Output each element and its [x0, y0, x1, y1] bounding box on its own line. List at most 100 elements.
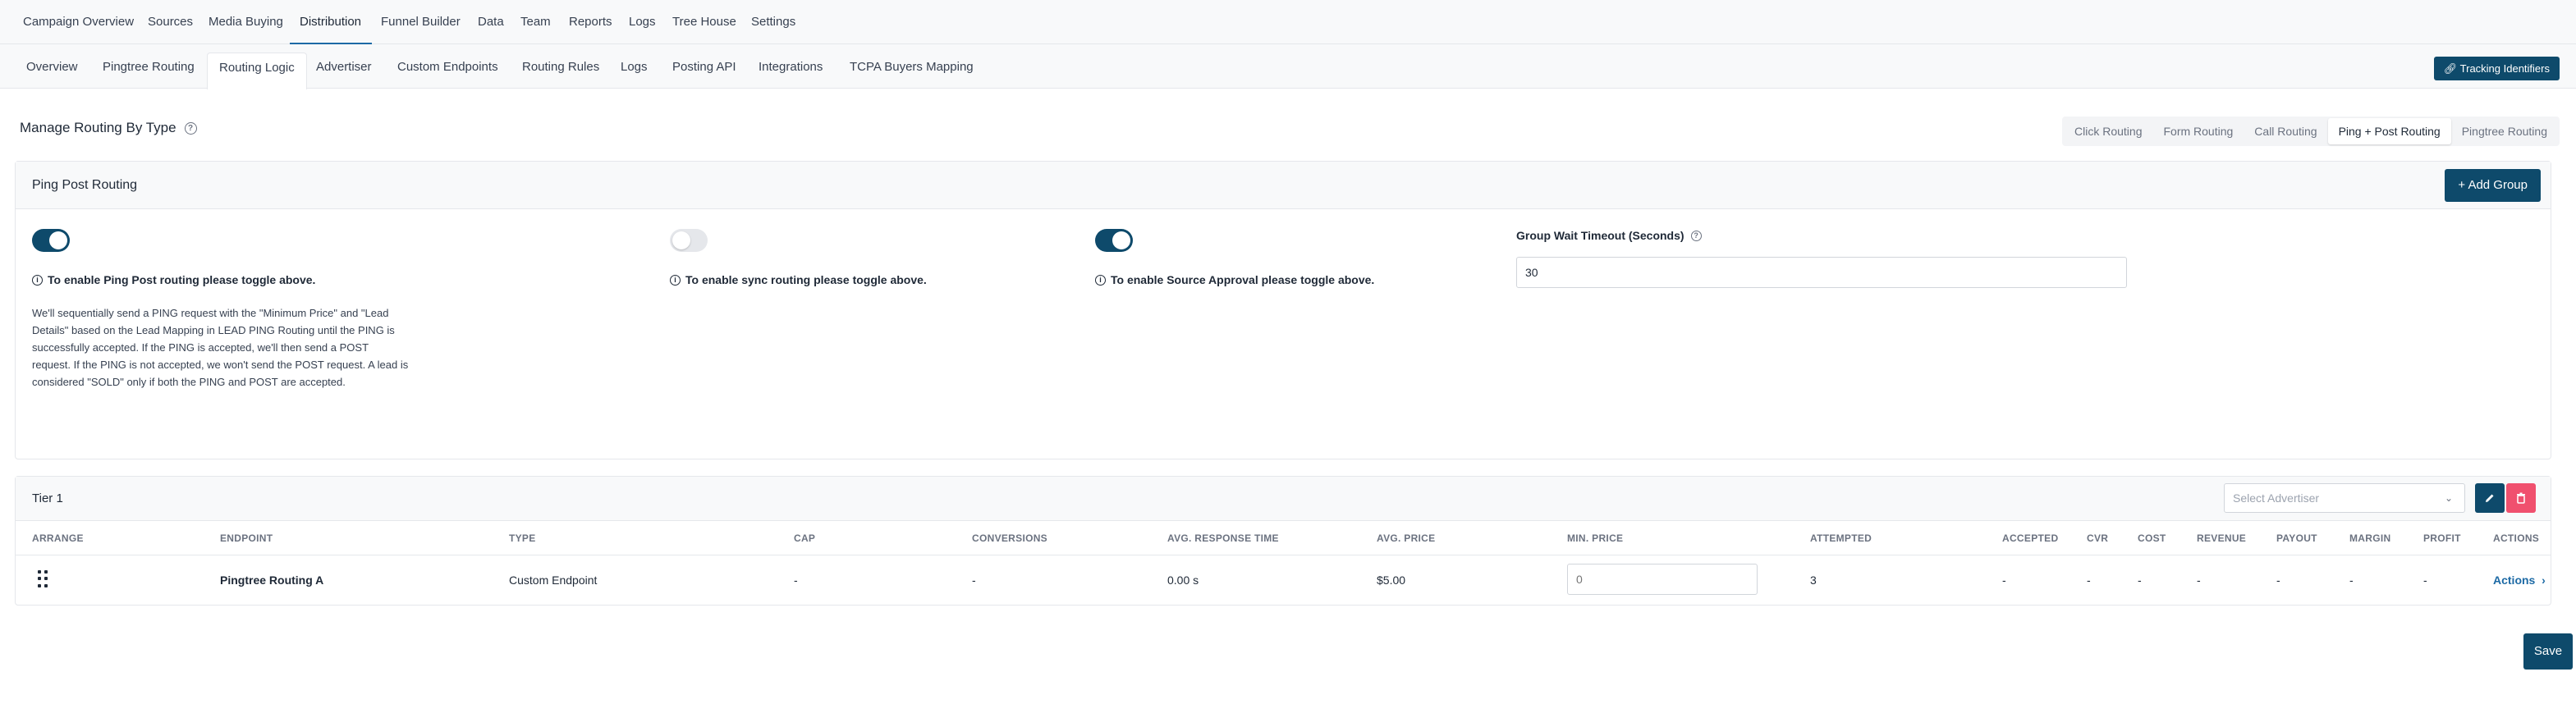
nav-team[interactable]: Team	[520, 0, 551, 44]
tab-custom-endpoints[interactable]: Custom Endpoints	[386, 53, 510, 82]
link-icon: 🔗︎	[2443, 62, 2458, 75]
add-group-button[interactable]: + Add Group	[2445, 169, 2541, 202]
col-profit: PROFIT	[2423, 532, 2461, 544]
tracking-identifiers-button[interactable]: 🔗︎ Tracking Identifiers	[2433, 57, 2560, 80]
cell-cost: -	[2138, 574, 2142, 587]
tab-ping-post-routing[interactable]: Ping + Post Routing	[2327, 118, 2451, 144]
info-icon: i	[1095, 274, 1106, 286]
source-approval-hint-text: To enable Source Approval please toggle …	[1111, 273, 1375, 286]
trash-icon	[2517, 492, 2525, 504]
select-advertiser-dropdown[interactable]: Select Advertiser ⌄	[2224, 483, 2465, 513]
cell-type: Custom Endpoint	[509, 574, 598, 587]
ping-post-description: We'll sequentially send a PING request w…	[32, 304, 410, 391]
tab-posting-api[interactable]: Posting API	[661, 53, 748, 82]
sub-nav: Overview Pingtree Routing Routing Logic …	[0, 44, 2576, 89]
nav-logs[interactable]: Logs	[629, 0, 656, 44]
tier-card: Tier 1 Select Advertiser ⌄ ARRANGE ENDPO…	[15, 476, 2551, 606]
cell-revenue: -	[2197, 574, 2201, 587]
tab-tcpa-buyers-mapping[interactable]: TCPA Buyers Mapping	[838, 53, 985, 82]
col-attempted: ATTEMPTED	[1810, 532, 1872, 544]
tab-pingtree-routing-type[interactable]: Pingtree Routing	[2451, 118, 2558, 144]
nav-data[interactable]: Data	[478, 0, 504, 44]
ping-post-hint: i To enable Ping Post routing please tog…	[32, 273, 315, 286]
tab-routing-rules[interactable]: Routing Rules	[511, 53, 611, 82]
tab-call-routing[interactable]: Call Routing	[2244, 118, 2327, 144]
ping-post-card-header: Ping Post Routing + Add Group	[16, 162, 2551, 209]
col-type: TYPE	[509, 532, 536, 544]
ping-post-card: Ping Post Routing + Add Group i To enabl…	[15, 161, 2551, 459]
row-actions-link[interactable]: Actions ›	[2493, 574, 2546, 587]
col-revenue: REVENUE	[2197, 532, 2247, 544]
table-header: ARRANGE ENDPOINT TYPE CAP CONVERSIONS AV…	[16, 521, 2551, 555]
nav-distribution[interactable]: Distribution	[300, 0, 361, 44]
group-wait-timeout-label: Group Wait Timeout (Seconds)	[1516, 229, 1684, 242]
toggle-knob	[672, 231, 690, 249]
nav-campaign-overview[interactable]: Campaign Overview	[23, 0, 134, 44]
page-title-row: Manage Routing By Type ?	[20, 120, 197, 136]
col-accepted: ACCEPTED	[2002, 532, 2059, 544]
drag-handle-icon[interactable]	[38, 570, 48, 588]
group-wait-timeout-label-row: Group Wait Timeout (Seconds) ?	[1516, 229, 1702, 242]
cell-cap: -	[794, 574, 798, 587]
cell-avg-response-time: 0.00 s	[1167, 574, 1199, 587]
cell-accepted: -	[2002, 574, 2006, 587]
col-cost: COST	[2138, 532, 2166, 544]
tab-logs[interactable]: Logs	[609, 53, 659, 82]
tab-form-routing[interactable]: Form Routing	[2152, 118, 2244, 144]
col-margin: MARGIN	[2349, 532, 2391, 544]
table-row: Pingtree Routing A Custom Endpoint - - 0…	[16, 555, 2551, 605]
toggle-knob	[1112, 231, 1130, 249]
sync-hint-text: To enable sync routing please toggle abo…	[685, 273, 927, 286]
sync-hint: i To enable sync routing please toggle a…	[670, 273, 927, 286]
source-approval-toggle[interactable]	[1095, 229, 1133, 252]
cell-profit: -	[2423, 574, 2427, 587]
min-price-input[interactable]	[1567, 564, 1758, 595]
info-icon: i	[670, 274, 681, 286]
col-payout: PAYOUT	[2276, 532, 2317, 544]
edit-tier-button[interactable]	[2475, 483, 2505, 513]
ping-post-description-text: We'll sequentially send a PING request w…	[32, 307, 409, 388]
pencil-icon	[2486, 494, 2494, 502]
col-conversions: CONVERSIONS	[972, 532, 1047, 544]
group-wait-timeout-input[interactable]	[1516, 257, 2127, 288]
tab-advertiser[interactable]: Advertiser	[305, 53, 383, 82]
select-advertiser-placeholder: Select Advertiser	[2233, 491, 2320, 505]
cell-attempted: 3	[1810, 574, 1817, 587]
top-nav: Campaign Overview Sources Media Buying D…	[0, 0, 2576, 44]
cell-margin: -	[2349, 574, 2354, 587]
sync-routing-toggle[interactable]	[670, 229, 708, 252]
tracking-identifiers-label: Tracking Identifiers	[2459, 62, 2550, 75]
help-icon[interactable]: ?	[1690, 230, 1702, 241]
tab-click-routing[interactable]: Click Routing	[2064, 118, 2152, 144]
tier-header: Tier 1 Select Advertiser ⌄	[16, 477, 2551, 521]
chevron-right-icon: ›	[2538, 574, 2546, 587]
save-button[interactable]: Save	[2523, 633, 2573, 670]
ping-post-title: Ping Post Routing	[32, 178, 138, 192]
toggle-knob	[49, 231, 67, 249]
ping-post-toggle[interactable]	[32, 229, 70, 252]
cell-payout: -	[2276, 574, 2280, 587]
nav-media-buying[interactable]: Media Buying	[209, 0, 283, 44]
col-cap: CAP	[794, 532, 816, 544]
tab-integrations[interactable]: Integrations	[747, 53, 834, 82]
ping-post-hint-text: To enable Ping Post routing please toggl…	[48, 273, 316, 286]
tab-pingtree-routing[interactable]: Pingtree Routing	[91, 53, 206, 82]
tab-overview[interactable]: Overview	[15, 53, 89, 82]
col-avg-response-time: AVG. RESPONSE TIME	[1167, 532, 1279, 544]
info-icon: i	[32, 274, 43, 286]
delete-tier-button[interactable]	[2506, 483, 2536, 513]
col-endpoint: ENDPOINT	[220, 532, 273, 544]
tab-routing-logic[interactable]: Routing Logic	[207, 53, 307, 89]
nav-settings[interactable]: Settings	[751, 0, 795, 44]
tier-title: Tier 1	[32, 491, 63, 505]
nav-sources[interactable]: Sources	[148, 0, 193, 44]
routing-type-tabs: Click Routing Form Routing Call Routing …	[2062, 117, 2560, 146]
nav-funnel-builder[interactable]: Funnel Builder	[381, 0, 461, 44]
help-icon[interactable]: ?	[184, 121, 197, 135]
cell-avg-price: $5.00	[1377, 574, 1406, 587]
nav-reports[interactable]: Reports	[569, 0, 612, 44]
cell-conversions: -	[972, 574, 976, 587]
col-cvr: CVR	[2087, 532, 2109, 544]
nav-tree-house[interactable]: Tree House	[672, 0, 736, 44]
cell-endpoint: Pingtree Routing A	[220, 574, 324, 587]
